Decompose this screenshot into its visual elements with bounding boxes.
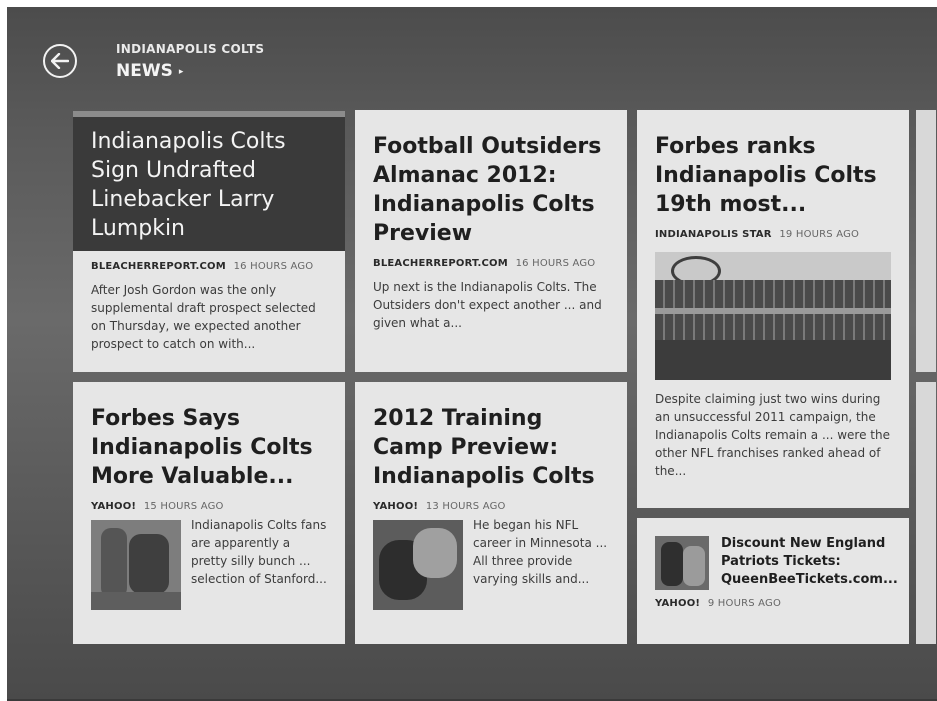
article-tile[interactable]: 2012 Training Camp Preview: Indianapolis… (355, 382, 627, 644)
back-button[interactable] (43, 44, 77, 78)
article-meta: YAHOO! 9 HOURS AGO (655, 598, 891, 609)
article-meta: BLEACHERREPORT.COM 16 HOURS AGO (91, 261, 327, 272)
article-tile[interactable]: Forbes Says Indianapolis Colts More Valu… (73, 382, 345, 644)
article-thumbnail (91, 520, 181, 610)
article-tile[interactable]: Indianapolis Colts Sign Undrafted Lineba… (73, 111, 345, 372)
article-tile[interactable]: Discount New England Patriots Tickets: Q… (637, 518, 909, 644)
article-summary: Indianapolis Colts fans are apparently a… (191, 518, 327, 586)
article-time: 15 HOURS AGO (143, 501, 224, 512)
article-time: 9 HOURS AGO (707, 598, 782, 609)
article-source: INDIANAPOLIS STAR (655, 229, 772, 240)
back-arrow-icon (51, 53, 69, 69)
article-time: 13 HOURS AGO (425, 501, 506, 512)
article-source: BLEACHERREPORT.COM (91, 261, 226, 272)
headline-band: Indianapolis Colts Sign Undrafted Lineba… (73, 117, 345, 251)
article-headline: Forbes ranks Indianapolis Colts 19th mos… (655, 134, 877, 217)
article-thumbnail (373, 520, 463, 610)
next-column-peek[interactable] (916, 110, 936, 372)
stadium-photo (655, 252, 891, 380)
article-summary: Up next is the Indianapolis Colts. The O… (373, 280, 602, 330)
article-headline: Forbes Says Indianapolis Colts More Valu… (91, 406, 313, 489)
article-source: BLEACHERREPORT.COM (373, 258, 508, 269)
next-column-peek[interactable] (916, 382, 936, 644)
news-screen: INDIANAPOLIS COLTS NEWS ▸ Indianapolis C… (7, 7, 937, 701)
article-meta: YAHOO! 15 HOURS AGO (91, 501, 327, 512)
article-time: 16 HOURS AGO (233, 261, 314, 272)
article-time: 19 HOURS AGO (779, 229, 860, 240)
article-headline: Football Outsiders Almanac 2012: Indiana… (373, 134, 602, 246)
article-summary: Despite claiming just two wins during an… (655, 392, 890, 478)
app-title: INDIANAPOLIS COLTS (116, 42, 265, 56)
article-headline: 2012 Training Camp Preview: Indianapolis… (373, 406, 595, 489)
article-tile[interactable]: Football Outsiders Almanac 2012: Indiana… (355, 110, 627, 372)
article-source: YAHOO! (91, 501, 137, 512)
article-meta: INDIANAPOLIS STAR 19 HOURS AGO (655, 229, 891, 240)
article-summary: He began his NFL career in Minnesota ...… (473, 518, 608, 586)
section-nav-news[interactable]: NEWS ▸ (116, 61, 183, 81)
article-time: 16 HOURS AGO (515, 258, 596, 269)
article-tile[interactable]: Forbes ranks Indianapolis Colts 19th mos… (637, 110, 909, 508)
article-meta: YAHOO! 13 HOURS AGO (373, 501, 609, 512)
article-headline: Discount New England Patriots Tickets: Q… (721, 536, 898, 587)
chevron-right-icon: ▸ (178, 67, 184, 77)
article-source: YAHOO! (655, 598, 701, 609)
section-title: NEWS (116, 61, 173, 81)
article-source: YAHOO! (373, 501, 419, 512)
selection-accent (73, 111, 345, 117)
article-meta: BLEACHERREPORT.COM 16 HOURS AGO (373, 258, 609, 269)
article-thumbnail (655, 536, 709, 590)
article-summary: After Josh Gordon was the only supplemen… (91, 283, 316, 351)
article-headline: Indianapolis Colts Sign Undrafted Lineba… (91, 129, 286, 241)
